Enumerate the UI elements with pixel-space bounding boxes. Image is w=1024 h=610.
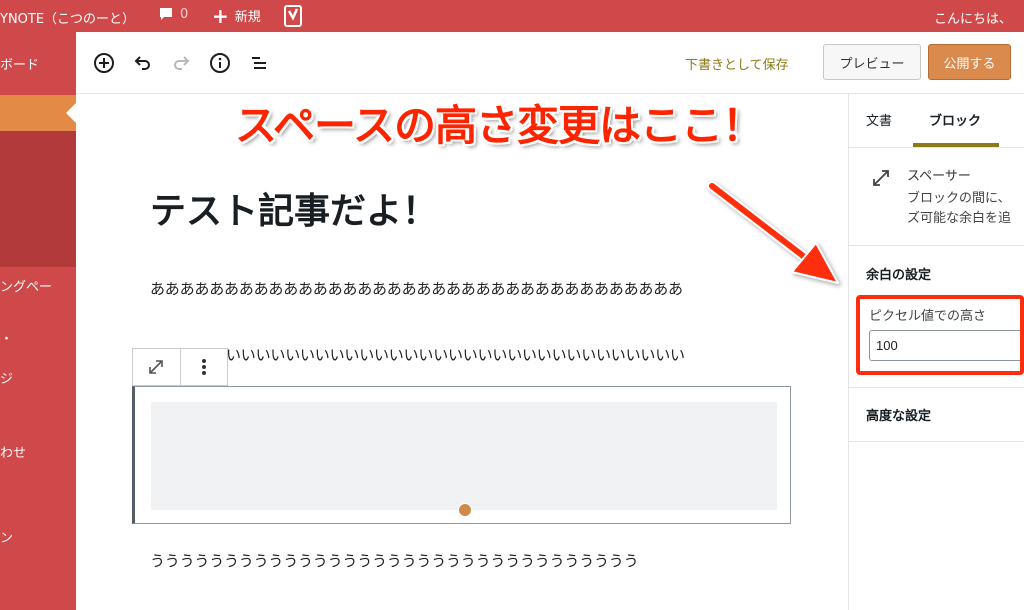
active-tab-indicator xyxy=(913,143,999,147)
preview-button[interactable]: プレビュー xyxy=(823,44,921,80)
new-content-button[interactable]: + 新規 xyxy=(212,3,261,28)
admin-sidebar: ボード ングペー ・ ジ わせ ン xyxy=(0,32,76,610)
sidebar-item-page[interactable]: ジ xyxy=(0,368,13,387)
comment-count: 0 xyxy=(180,6,189,22)
tab-block[interactable]: ブロック xyxy=(929,110,981,129)
spacer-block[interactable] xyxy=(132,386,791,524)
spacing-panel-title[interactable]: 余白の設定 xyxy=(866,264,931,283)
advanced-settings-panel[interactable]: 高度な設定 xyxy=(849,388,1024,442)
publish-button[interactable]: 公開する xyxy=(928,44,1011,80)
annotation-callout: スペースの高さ変更はここ！ xyxy=(235,101,764,150)
block-description: ブロックの間に、 ズ可能な余白を追 xyxy=(907,191,1012,226)
block-name: スペーサー xyxy=(907,169,971,184)
yoast-icon[interactable] xyxy=(284,5,302,27)
block-toolbar xyxy=(132,348,228,386)
plus-icon: + xyxy=(212,3,229,28)
add-block-icon[interactable] xyxy=(92,51,116,75)
redo-icon[interactable] xyxy=(169,51,193,75)
more-options-icon[interactable] xyxy=(179,349,227,385)
sidebar-submenu xyxy=(0,131,76,267)
block-card: スペーサー ブロックの間に、 ズ可能な余白を追 xyxy=(849,148,1024,246)
paragraph-block[interactable]: いいいいいいいいいいいいいいいいいいいいいいいいいいいいいいい xyxy=(226,344,685,365)
info-icon[interactable] xyxy=(208,51,232,75)
annotation-highlight-box xyxy=(856,295,1024,375)
sidebar-item-contact[interactable]: わせ xyxy=(0,442,26,461)
sidebar-item-design[interactable]: ン xyxy=(0,527,13,546)
sidebar-item-posts-active[interactable] xyxy=(0,95,76,131)
tab-document[interactable]: 文書 xyxy=(866,110,892,129)
paragraph-block[interactable]: ああああああああああああああああああああああああああああああああああああ xyxy=(150,278,683,299)
list-view-icon[interactable] xyxy=(247,51,271,75)
admin-bar: YNOTE（こつのーと） 0 + 新規 こんにちは、 xyxy=(0,0,1024,32)
editor-toolbar: 下書きとして保存 プレビュー 公開する xyxy=(76,32,1024,94)
site-title-link[interactable]: YNOTE（こつのーと） xyxy=(0,8,135,27)
sidebar-item-dashboard[interactable]: ボード xyxy=(0,54,39,73)
advanced-panel-title[interactable]: 高度な設定 xyxy=(866,405,931,424)
settings-tabs: 文書 ブロック xyxy=(849,94,1024,148)
resize-handle[interactable] xyxy=(458,503,472,517)
comments-link[interactable]: 0 xyxy=(158,6,188,22)
active-indicator xyxy=(66,103,76,123)
block-type-icon[interactable] xyxy=(133,349,180,385)
undo-icon[interactable] xyxy=(131,51,155,75)
comment-icon xyxy=(160,8,172,20)
sidebar-item-landing-page[interactable]: ングペー xyxy=(0,276,52,295)
paragraph-block[interactable]: ううううううううううううううううううううううううううううううううう xyxy=(150,550,639,571)
user-greeting[interactable]: こんにちは、 xyxy=(934,8,1012,27)
spacer-block-icon xyxy=(871,168,891,192)
spacer-area xyxy=(151,402,777,510)
save-draft-button[interactable]: 下書きとして保存 xyxy=(685,54,789,73)
sidebar-item-bullet[interactable]: ・ xyxy=(0,328,13,347)
editor-canvas: テスト記事だよ！ あああああああああああああああああああああああああああああああ… xyxy=(76,94,848,610)
new-content-label: 新規 xyxy=(234,10,261,25)
post-title[interactable]: テスト記事だよ！ xyxy=(150,182,438,234)
